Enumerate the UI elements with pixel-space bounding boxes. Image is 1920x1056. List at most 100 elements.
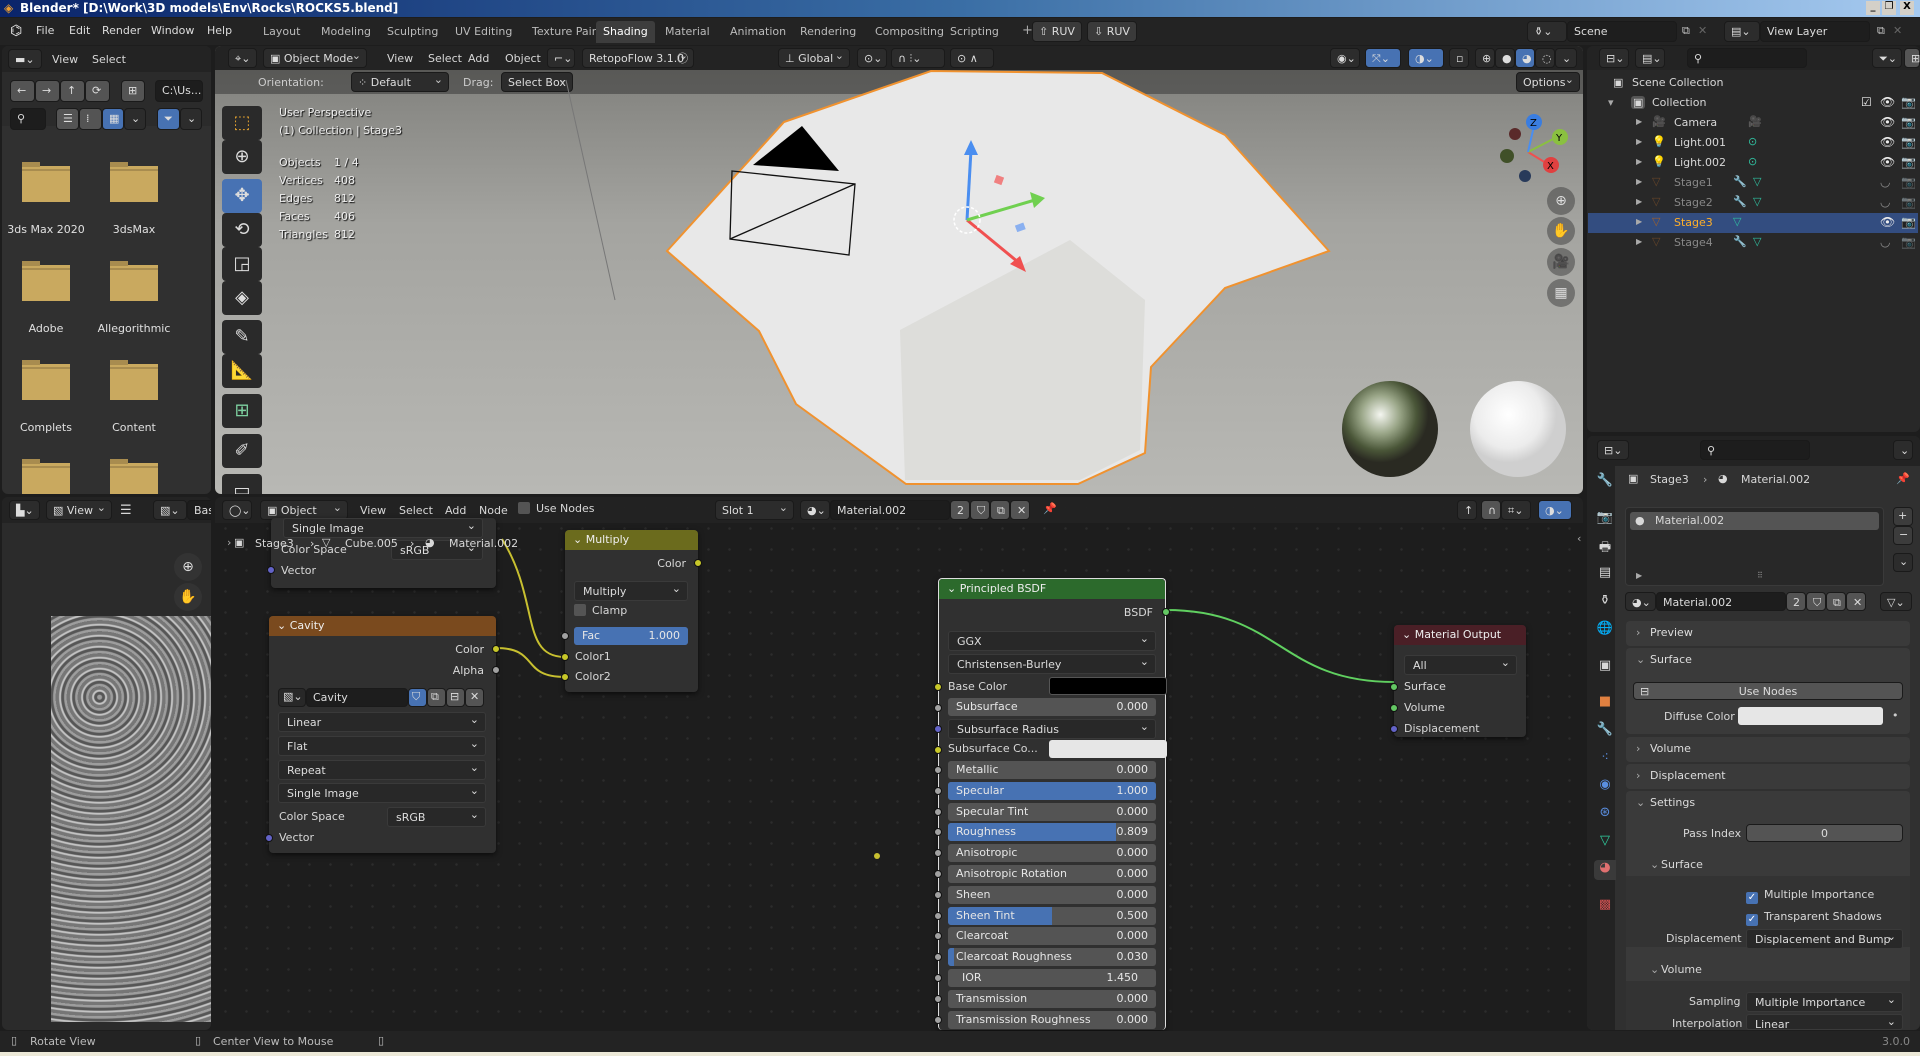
3d-viewport[interactable]: ⌖⌄ ▣ Object Mode View Select Add Object …: [215, 46, 1583, 494]
mesh-data-icon[interactable]: ▽: [1733, 215, 1741, 228]
menu-window[interactable]: Window: [151, 24, 194, 37]
projection-dropdown[interactable]: Flat: [278, 736, 486, 756]
pass-index-field[interactable]: 0: [1746, 824, 1903, 842]
slot-specials-dropdown[interactable]: ⌄: [1893, 553, 1913, 572]
distribution-dropdown[interactable]: GGX: [948, 631, 1156, 651]
display-mode-dropdown[interactable]: ▤⌄: [1635, 48, 1665, 68]
menu-view[interactable]: View: [360, 504, 386, 517]
folder-item[interactable]: 3ds Max 2020: [2, 158, 91, 250]
render-camera-icon[interactable]: 📷: [1901, 215, 1916, 229]
cursor-tool[interactable]: ⊕: [222, 140, 262, 174]
remove-slot-button[interactable]: −: [1893, 526, 1913, 545]
parent-directory-button[interactable]: ↑: [60, 80, 85, 102]
tab-compositing[interactable]: Compositing: [868, 21, 951, 43]
input-socket[interactable]: [934, 807, 942, 816]
subsurface-radius-dropdown[interactable]: Subsurface Radius: [948, 719, 1156, 739]
input-socket[interactable]: [934, 932, 942, 941]
volume-subpanel-header[interactable]: Volume: [1661, 963, 1702, 976]
physics-tab[interactable]: ◉: [1594, 777, 1616, 797]
hamburger-menu-icon[interactable]: ☰: [120, 503, 132, 518]
interpolation-dropdown[interactable]: Linear: [1746, 1014, 1903, 1031]
material-users-count[interactable]: 2: [950, 500, 970, 520]
unlink-material-button[interactable]: ✕: [1010, 500, 1030, 520]
browse-image-button[interactable]: ▧⌄: [153, 500, 187, 520]
zoom-button[interactable]: ⊕: [1547, 187, 1575, 215]
multiply-node[interactable]: ⌄ Multiply Color Multiply Clamp Fac1.000…: [561, 530, 702, 692]
surface-subpanel-header[interactable]: Surface: [1661, 858, 1703, 871]
vector-input-socket[interactable]: [267, 566, 275, 574]
expand-arrow-icon[interactable]: ▶: [1636, 197, 1642, 206]
light-data-icon[interactable]: ⊙: [1748, 155, 1757, 168]
scale-tool[interactable]: ◲: [222, 247, 262, 281]
tab-shading[interactable]: Shading: [596, 21, 655, 43]
cavity-texture-image[interactable]: [51, 616, 211, 1022]
object-tab[interactable]: ■: [1594, 694, 1616, 714]
resize-handle[interactable]: ⠿: [1757, 571, 1763, 580]
eye-icon[interactable]: 👁: [1880, 215, 1895, 229]
fake-user-button[interactable]: ⛉: [1806, 592, 1826, 611]
input-socket[interactable]: [934, 911, 942, 920]
folder-item[interactable]: [89, 455, 179, 494]
zoom-button[interactable]: ⊕: [174, 553, 202, 581]
duplicate-image-button[interactable]: ⧉: [427, 688, 446, 707]
expand-arrow-icon[interactable]: ▶: [1636, 157, 1642, 166]
fac-input-socket[interactable]: [561, 632, 569, 640]
menu-render[interactable]: Render: [102, 24, 141, 37]
refresh-button[interactable]: ⟳: [85, 80, 110, 102]
eye-icon[interactable]: 👁: [1880, 95, 1895, 109]
keyframe-dot-icon[interactable]: •: [1892, 709, 1899, 722]
render-camera-icon[interactable]: 📷: [1901, 155, 1916, 169]
eye-closed-icon[interactable]: ◡: [1880, 175, 1890, 189]
display-options-dropdown[interactable]: ⌄: [124, 108, 146, 130]
outliner-item-light-002[interactable]: ▶ 💡 Light.002 ⊙ 👁 📷: [1588, 153, 1918, 173]
render-tab[interactable]: 📷: [1594, 510, 1616, 530]
light-data-icon[interactable]: ⊙: [1748, 135, 1757, 148]
mesh-data-icon[interactable]: ▽: [1753, 175, 1761, 188]
bsdf-field-roughness[interactable]: Roughness 0.809: [948, 823, 1156, 842]
interpolation-dropdown[interactable]: Linear: [278, 712, 486, 732]
material-name-field[interactable]: Material.002: [830, 500, 950, 520]
output-tab[interactable]: 🖶: [1594, 538, 1616, 558]
horizontal-list-button[interactable]: ⁞: [79, 108, 102, 130]
back-button[interactable]: ←: [10, 80, 35, 102]
outliner-item-stage2[interactable]: ▶ ▽ Stage2 🔧 ▽ ◡ 📷: [1588, 193, 1918, 213]
browse-image-button[interactable]: ▧⌄: [278, 688, 306, 707]
folder-item[interactable]: Content: [89, 356, 179, 448]
menu-edit[interactable]: Edit: [69, 24, 90, 37]
rotate-tool[interactable]: ⟲: [222, 213, 262, 247]
render-camera-icon[interactable]: 📷: [1901, 175, 1916, 189]
bsdf-field-clearcoat-roughness[interactable]: Clearcoat Roughness 0.030: [948, 948, 1156, 967]
pin-icon[interactable]: 📌: [1043, 502, 1057, 515]
subsurface-radius-socket[interactable]: [934, 725, 942, 733]
eye-icon[interactable]: 👁: [1880, 115, 1895, 129]
surface-panel-header[interactable]: ⌄ Surface: [1626, 648, 1910, 671]
snap-toggle[interactable]: ∩: [1481, 500, 1501, 520]
blender-menu-icon[interactable]: ⌬: [10, 23, 22, 39]
color-output-socket[interactable]: [694, 559, 702, 567]
render-camera-icon[interactable]: 📷: [1901, 195, 1916, 209]
bsdf-node-header[interactable]: ⌄ Principled BSDF: [939, 579, 1165, 599]
world-tab[interactable]: 🌐: [1594, 621, 1616, 641]
data-tab[interactable]: ▽: [1594, 833, 1616, 853]
parent-node-tree-button[interactable]: ↑: [1457, 500, 1477, 520]
expand-arrow-icon[interactable]: ▶: [1636, 137, 1642, 146]
scene-name-field[interactable]: Scene: [1567, 21, 1677, 42]
outliner-item-stage4[interactable]: ▶ ▽ Stage4 🔧 ▽ ◡ 📷: [1588, 233, 1918, 253]
sidebar-collapse-icon[interactable]: ‹: [1577, 532, 1581, 545]
menu-select[interactable]: Select: [399, 504, 433, 517]
bsdf-output-socket[interactable]: [1162, 608, 1170, 616]
exclude-checkbox[interactable]: ☑: [1861, 95, 1872, 109]
input-socket[interactable]: [934, 890, 942, 899]
cavity-image-node[interactable]: ⌄ Cavity Color Alpha ▧⌄ Cavity ⛉ ⧉ ⊟ ✕ L…: [265, 616, 500, 853]
outliner-item-stage3[interactable]: ▶ ▽ Stage3 ▽ 👁 📷: [1588, 213, 1918, 233]
filter-dropdown[interactable]: ⏷⌄: [1872, 48, 1902, 68]
measure-tool[interactable]: 📐: [222, 354, 262, 388]
tab-rendering[interactable]: Rendering: [793, 21, 863, 43]
tab-sculpting[interactable]: Sculpting: [380, 21, 445, 43]
camera-view-button[interactable]: 🎥: [1547, 248, 1575, 276]
multiple-importance-checkbox[interactable]: ✓ Multiple Importance: [1746, 888, 1874, 904]
annotate-tool[interactable]: ✎: [222, 320, 262, 354]
cavity-node-header[interactable]: ⌄ Cavity: [269, 616, 496, 636]
menu-view[interactable]: View: [52, 53, 78, 66]
material-tab[interactable]: ◕: [1594, 860, 1616, 880]
